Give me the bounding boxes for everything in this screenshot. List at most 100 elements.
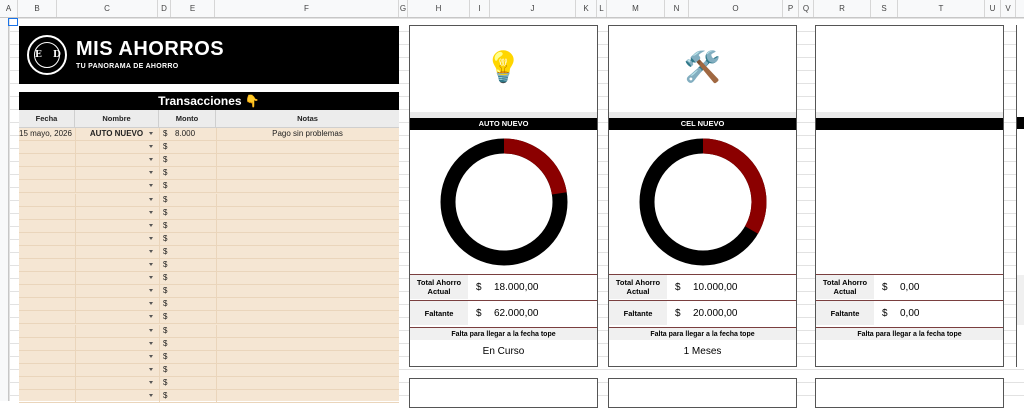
table-row[interactable]: $ xyxy=(19,141,399,155)
table-row[interactable]: $ xyxy=(19,245,399,259)
cell-monto[interactable]: $ xyxy=(159,311,216,323)
table-row[interactable]: 15 mayo, 2026 AUTO NUEVO $8.000 Pago sin pr… xyxy=(19,128,399,141)
dropdown-arrow-icon[interactable] xyxy=(149,184,153,188)
table-row[interactable]: $ xyxy=(19,272,399,286)
dropdown-arrow-icon[interactable] xyxy=(149,394,153,397)
cell-monto[interactable]: $ xyxy=(159,390,216,402)
dropdown-arrow-icon[interactable] xyxy=(149,289,153,293)
column-header-cell[interactable]: P xyxy=(783,0,799,17)
dropdown-arrow-icon[interactable] xyxy=(149,302,153,306)
cell-monto[interactable]: $ xyxy=(159,246,216,258)
column-header-cell[interactable]: V xyxy=(1001,0,1016,17)
cell-notas[interactable] xyxy=(216,180,399,192)
cell-nombre[interactable] xyxy=(75,338,158,350)
cell-notas[interactable] xyxy=(216,246,399,258)
dropdown-arrow-icon[interactable] xyxy=(149,341,153,345)
cell-fecha[interactable] xyxy=(19,259,74,271)
table-row[interactable]: $ xyxy=(19,180,399,194)
cell-fecha[interactable] xyxy=(19,298,74,310)
table-row[interactable]: $ xyxy=(19,167,399,181)
dropdown-arrow-icon[interactable] xyxy=(149,328,153,332)
cell-fecha[interactable] xyxy=(19,233,74,245)
cell-notas[interactable] xyxy=(216,154,399,166)
cell-monto[interactable]: $ xyxy=(159,285,216,297)
table-row[interactable]: $ xyxy=(19,219,399,233)
table-row[interactable]: $ xyxy=(19,206,399,220)
cell-notas[interactable] xyxy=(216,141,399,153)
cell-fecha[interactable] xyxy=(19,285,74,297)
cell-monto[interactable]: $8.000 xyxy=(159,128,216,140)
cell-nombre[interactable] xyxy=(75,298,158,310)
column-header-cell[interactable]: U xyxy=(985,0,1001,17)
table-row[interactable]: $ xyxy=(19,232,399,246)
cell-monto[interactable]: $ xyxy=(159,351,216,363)
dropdown-arrow-icon[interactable] xyxy=(149,354,153,358)
cell-nombre[interactable] xyxy=(75,272,158,284)
column-header-cell[interactable]: I xyxy=(470,0,490,17)
table-row[interactable]: $ xyxy=(19,337,399,351)
dropdown-arrow-icon[interactable] xyxy=(149,249,153,253)
cell-fecha[interactable] xyxy=(19,377,74,389)
column-header-cell[interactable]: M xyxy=(607,0,665,17)
cell-fecha[interactable]: 15 mayo, 2026 xyxy=(19,128,74,140)
cell-notas[interactable] xyxy=(216,377,399,389)
dropdown-arrow-icon[interactable] xyxy=(149,132,153,135)
cell-nombre[interactable] xyxy=(75,194,158,206)
column-header-cell[interactable]: J xyxy=(490,0,576,17)
cell-fecha[interactable] xyxy=(19,338,74,350)
cell-fecha[interactable] xyxy=(19,390,74,402)
dropdown-arrow-icon[interactable] xyxy=(149,236,153,240)
cell-notas[interactable] xyxy=(216,272,399,284)
cell-nombre[interactable] xyxy=(75,364,158,376)
cell-nombre[interactable] xyxy=(75,233,158,245)
table-row[interactable]: $ xyxy=(19,390,399,403)
dropdown-arrow-icon[interactable] xyxy=(149,210,153,214)
table-row[interactable]: $ xyxy=(19,363,399,377)
cell-notas[interactable] xyxy=(216,325,399,337)
cell-fecha[interactable] xyxy=(19,141,74,153)
column-header-cell[interactable]: A xyxy=(0,0,18,17)
cell-monto[interactable]: $ xyxy=(159,233,216,245)
table-row[interactable]: $ xyxy=(19,298,399,312)
cell-nombre[interactable] xyxy=(75,259,158,271)
column-header-cell[interactable]: T xyxy=(898,0,985,17)
dropdown-arrow-icon[interactable] xyxy=(149,223,153,227)
cell-notas[interactable] xyxy=(216,338,399,350)
cell-notas[interactable] xyxy=(216,390,399,402)
cell-monto[interactable]: $ xyxy=(159,272,216,284)
table-row[interactable]: $ xyxy=(19,259,399,272)
cell-nombre[interactable] xyxy=(75,390,158,402)
dropdown-arrow-icon[interactable] xyxy=(149,171,153,175)
dropdown-arrow-icon[interactable] xyxy=(149,315,153,319)
cell-monto[interactable]: $ xyxy=(159,364,216,376)
column-header-cell[interactable]: C xyxy=(57,0,158,17)
cell-monto[interactable]: $ xyxy=(159,194,216,206)
cell-notas[interactable] xyxy=(216,311,399,323)
dropdown-arrow-icon[interactable] xyxy=(149,145,153,149)
column-header-cell[interactable]: R xyxy=(814,0,871,17)
cell-monto[interactable]: $ xyxy=(159,141,216,153)
column-header-cell[interactable]: F xyxy=(215,0,399,17)
cell-monto[interactable]: $ xyxy=(159,338,216,350)
cell-notas[interactable] xyxy=(216,207,399,219)
column-header-cell[interactable]: D xyxy=(158,0,171,17)
cell-nombre[interactable] xyxy=(75,220,158,232)
column-header-cell[interactable]: K xyxy=(576,0,597,17)
column-header-cell[interactable]: Q xyxy=(799,0,814,17)
cell-notas[interactable] xyxy=(216,167,399,179)
dropdown-arrow-icon[interactable] xyxy=(149,367,153,371)
column-header-cell[interactable]: O xyxy=(689,0,783,17)
cell-nombre[interactable]: AUTO NUEVO xyxy=(75,128,158,140)
cell-nombre[interactable] xyxy=(75,180,158,192)
cell-notas[interactable] xyxy=(216,351,399,363)
cell-monto[interactable]: $ xyxy=(159,180,216,192)
cell-nombre[interactable] xyxy=(75,141,158,153)
table-row[interactable]: $ xyxy=(19,285,399,299)
cell-monto[interactable]: $ xyxy=(159,220,216,232)
cell-notas[interactable]: Pago sin problemas xyxy=(216,128,399,140)
cell-nombre[interactable] xyxy=(75,167,158,179)
cell-fecha[interactable] xyxy=(19,180,74,192)
cell-fecha[interactable] xyxy=(19,220,74,232)
column-header-cell[interactable]: S xyxy=(871,0,898,17)
cell-nombre[interactable] xyxy=(75,246,158,258)
